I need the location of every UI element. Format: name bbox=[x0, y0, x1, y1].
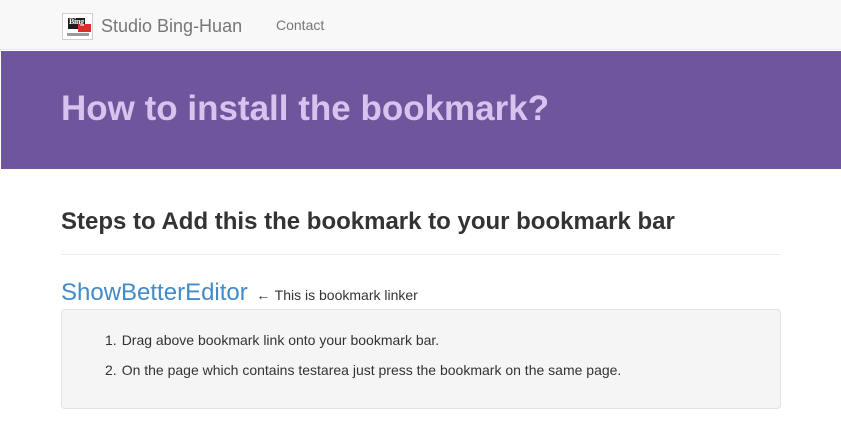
steps-heading: Steps to Add this the bookmark to your b… bbox=[61, 208, 675, 235]
step-text: On the page which contains testarea just… bbox=[121, 362, 622, 378]
left-arrow-icon: ← bbox=[256, 287, 271, 303]
steps-well: 1. Drag above bookmark link onto your boo… bbox=[61, 309, 781, 409]
brand-name: Studio Bing-Huan bbox=[101, 15, 243, 36]
hero-banner: How to install the bookmark? bbox=[1, 51, 841, 169]
logo-text: Bing bbox=[69, 16, 84, 26]
step-text: Drag above bookmark link onto your bookm… bbox=[121, 332, 440, 348]
divider bbox=[61, 254, 781, 255]
step-number: 2. bbox=[105, 362, 117, 378]
step-item: 2. On the page which contains testarea ju… bbox=[105, 362, 621, 378]
studio-logo-icon: Bing bbox=[62, 12, 93, 40]
bookmark-note: This is bookmark linker bbox=[274, 287, 418, 303]
nav-link-contact[interactable]: Contact bbox=[276, 17, 324, 33]
step-number: 1. bbox=[105, 332, 117, 348]
bookmark-row: ShowBetterEditor ← This is bookmark link… bbox=[61, 279, 418, 307]
brand-link[interactable]: Bing Studio Bing-Huan bbox=[62, 12, 242, 40]
top-navbar: Bing Studio Bing-Huan Contact bbox=[0, 0, 841, 50]
bookmark-link[interactable]: ShowBetterEditor bbox=[61, 279, 248, 306]
step-item: 1. Drag above bookmark link onto your boo… bbox=[105, 332, 439, 348]
hero-title: How to install the bookmark? bbox=[61, 89, 550, 128]
